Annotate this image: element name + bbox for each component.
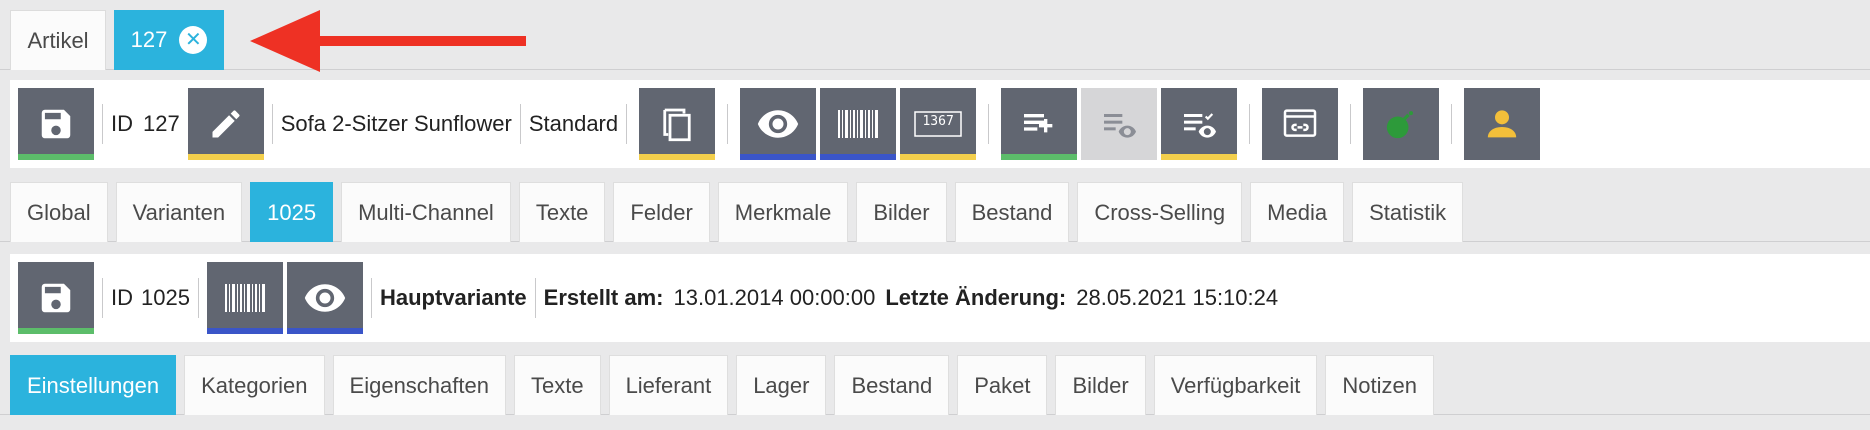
- variant-save-button[interactable]: [18, 262, 94, 334]
- tab-bestand[interactable]: Bestand: [954, 182, 1070, 242]
- tab-cross-selling[interactable]: Cross-Selling: [1077, 182, 1243, 242]
- separator: [534, 278, 536, 318]
- variant-barcode-button[interactable]: [206, 262, 283, 334]
- tab-media[interactable]: Media: [1250, 182, 1345, 242]
- tab-multi-channel[interactable]: Multi-Channel: [341, 182, 511, 242]
- id-label: ID: [111, 111, 133, 136]
- tab-eigenschaften[interactable]: Eigenschaften: [332, 355, 506, 415]
- user-icon: [1487, 110, 1517, 138]
- tab-artikel[interactable]: Artikel: [10, 10, 106, 70]
- article-tab-bar: Global Varianten 1025 Multi-Channel Text…: [0, 180, 1870, 242]
- created-value: 13.01.2014 00:00:00: [673, 285, 876, 310]
- pencil-icon: [212, 110, 240, 138]
- id-value: 127: [143, 111, 180, 136]
- tab-paket[interactable]: Paket: [957, 355, 1048, 415]
- list-eye-check-icon: [1184, 113, 1217, 138]
- add-list-button[interactable]: [1001, 88, 1078, 160]
- variant-type: Standard: [528, 111, 619, 136]
- separator: [197, 278, 199, 318]
- separator: [519, 104, 521, 144]
- tab-kategorien[interactable]: Kategorien: [184, 355, 325, 415]
- ean-button[interactable]: 1367: [900, 88, 977, 160]
- save-icon: [41, 109, 71, 139]
- separator: [102, 104, 103, 144]
- save-button[interactable]: [18, 88, 94, 160]
- tab-variant-1025[interactable]: 1025: [250, 182, 334, 242]
- changed-value: 28.05.2021 15:10:24: [1076, 285, 1279, 310]
- tab-bilder-variant[interactable]: Bilder: [1055, 355, 1146, 415]
- separator: [1249, 104, 1251, 144]
- copy-icon: [663, 108, 691, 142]
- tab-felder[interactable]: Felder: [613, 182, 710, 242]
- tab-bestand-variant[interactable]: Bestand: [834, 355, 950, 415]
- variant-id-value: 1025: [141, 285, 190, 310]
- created-label: Erstellt am:: [543, 285, 664, 310]
- annotation-arrow: [250, 10, 526, 72]
- tab-verfuegbarkeit[interactable]: Verfügbarkeit: [1153, 355, 1318, 415]
- playlist-add-icon: [1024, 114, 1053, 133]
- separator: [727, 104, 729, 144]
- tab-varianten[interactable]: Varianten: [115, 182, 243, 242]
- variant-tab-bar: Einstellungen Kategorien Eigenschaften T…: [0, 353, 1870, 415]
- tab-texte[interactable]: Texte: [518, 182, 606, 242]
- tab-artikel-label: Artikel: [27, 27, 89, 53]
- separator: [102, 278, 103, 318]
- variant-id-label: ID: [111, 285, 133, 310]
- variant-toolbar: ID 1025 Hauptvariante Erstellt am: 13.01…: [10, 254, 1870, 342]
- separator: [626, 104, 628, 144]
- close-icon[interactable]: ✕: [179, 26, 208, 54]
- barcode-icon: [838, 110, 879, 138]
- separator: [271, 104, 273, 144]
- tab-texte-variant[interactable]: Texte: [513, 355, 601, 415]
- separator: [370, 278, 372, 318]
- tab-global[interactable]: Global: [10, 182, 108, 242]
- article-name: Sofa 2-Sitzer Sunflower: [280, 111, 512, 136]
- tab-merkmale[interactable]: Merkmale: [717, 182, 849, 242]
- list-eye-icon: [1104, 114, 1137, 138]
- tab-lieferant[interactable]: Lieferant: [608, 355, 729, 415]
- edit-button[interactable]: [187, 88, 264, 160]
- web-link-button[interactable]: [1262, 88, 1339, 160]
- browser-link-icon: [1283, 109, 1317, 137]
- user-button[interactable]: [1464, 88, 1541, 160]
- eye-icon: [757, 110, 799, 138]
- tab-einstellungen[interactable]: Einstellungen: [10, 355, 177, 415]
- bomb-icon: [1386, 111, 1414, 139]
- barcode-button[interactable]: [820, 88, 897, 160]
- bomb-button[interactable]: [1363, 88, 1440, 160]
- list-view-checked-button[interactable]: [1161, 88, 1238, 160]
- tab-notizen[interactable]: Notizen: [1325, 355, 1434, 415]
- copy-button[interactable]: [639, 88, 716, 160]
- variant-preview-button[interactable]: [286, 262, 363, 334]
- separator: [1451, 104, 1453, 144]
- eye-icon: [304, 284, 346, 312]
- top-tab-bar: Artikel 127 ✕: [0, 0, 1870, 72]
- list-view-button[interactable]: [1081, 88, 1158, 160]
- barcode-icon: [224, 284, 265, 312]
- tab-bilder[interactable]: Bilder: [856, 182, 947, 242]
- save-icon: [41, 283, 71, 313]
- separator: [1350, 104, 1352, 144]
- tab-article-127-label: 127: [130, 27, 168, 52]
- tab-lager[interactable]: Lager: [736, 355, 827, 415]
- preview-button[interactable]: [740, 88, 817, 160]
- tab-article-127[interactable]: 127 ✕: [114, 10, 224, 70]
- changed-label: Letzte Änderung:: [885, 285, 1067, 310]
- separator: [988, 104, 990, 144]
- tab-statistik[interactable]: Statistik: [1352, 182, 1464, 242]
- article-toolbar: ID 127 Sofa 2-Sitzer Sunflower Standard …: [10, 80, 1870, 168]
- ean-icon-number: 1367: [922, 114, 954, 129]
- main-variant-label: Hauptvariante: [379, 285, 527, 310]
